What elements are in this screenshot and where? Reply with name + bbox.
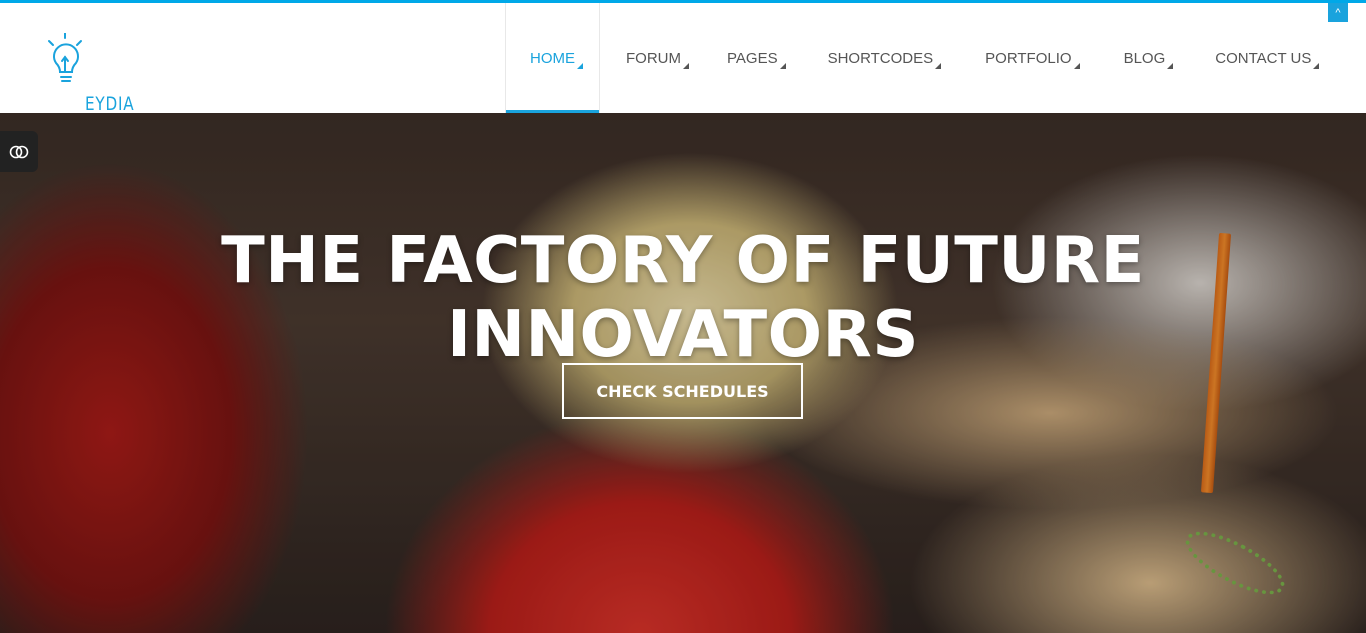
caret-icon — [577, 62, 583, 69]
nav-label: FORUM — [626, 49, 681, 67]
nav-item-pages[interactable]: PAGES — [727, 3, 786, 113]
nav-label: SHORTCODES — [827, 49, 934, 67]
nav-item-shortcodes[interactable]: SHORTCODES — [827, 3, 942, 113]
caret-icon — [683, 62, 689, 69]
logo[interactable]: EYDIA — [46, 33, 146, 115]
toggle-icon — [9, 145, 29, 158]
check-schedules-button[interactable]: CHECK SCHEDULES — [562, 363, 803, 419]
nav-label: PORTFOLIO — [985, 49, 1072, 67]
nav-label: PAGES — [727, 49, 778, 67]
scroll-to-top-button[interactable]: ^ — [1328, 3, 1348, 22]
caret-icon — [1167, 62, 1174, 69]
nav-item-portfolio[interactable]: PORTFOLIO — [985, 3, 1080, 113]
nav-label: BLOG — [1123, 49, 1166, 67]
sidebar-toggle-button[interactable] — [0, 131, 38, 172]
nav-item-forum[interactable]: FORUM — [626, 3, 689, 113]
hero-title: THE FACTORY OF FUTURE INNOVATORS — [221, 224, 1145, 372]
nav-label: HOME — [530, 49, 575, 67]
site-header: EYDIA HOME FORUM PAGES SHORTCODES PORTFO… — [0, 3, 1366, 115]
caret-icon — [935, 62, 942, 69]
nav-item-contact-us[interactable]: CONTACT US — [1215, 3, 1320, 113]
caret-icon — [779, 62, 786, 69]
logo-text: EYDIA — [85, 93, 135, 115]
chevron-up-icon: ^ — [1335, 6, 1341, 19]
nav-item-blog[interactable]: BLOG — [1123, 3, 1174, 113]
caret-icon — [1073, 62, 1080, 69]
nav-item-home[interactable]: HOME — [505, 3, 600, 113]
nav-label: CONTACT US — [1215, 49, 1312, 67]
caret-icon — [1313, 62, 1320, 69]
lightbulb-icon — [48, 33, 82, 82]
main-nav: HOME FORUM PAGES SHORTCODES PORTFOLIO BL… — [505, 3, 1320, 113]
